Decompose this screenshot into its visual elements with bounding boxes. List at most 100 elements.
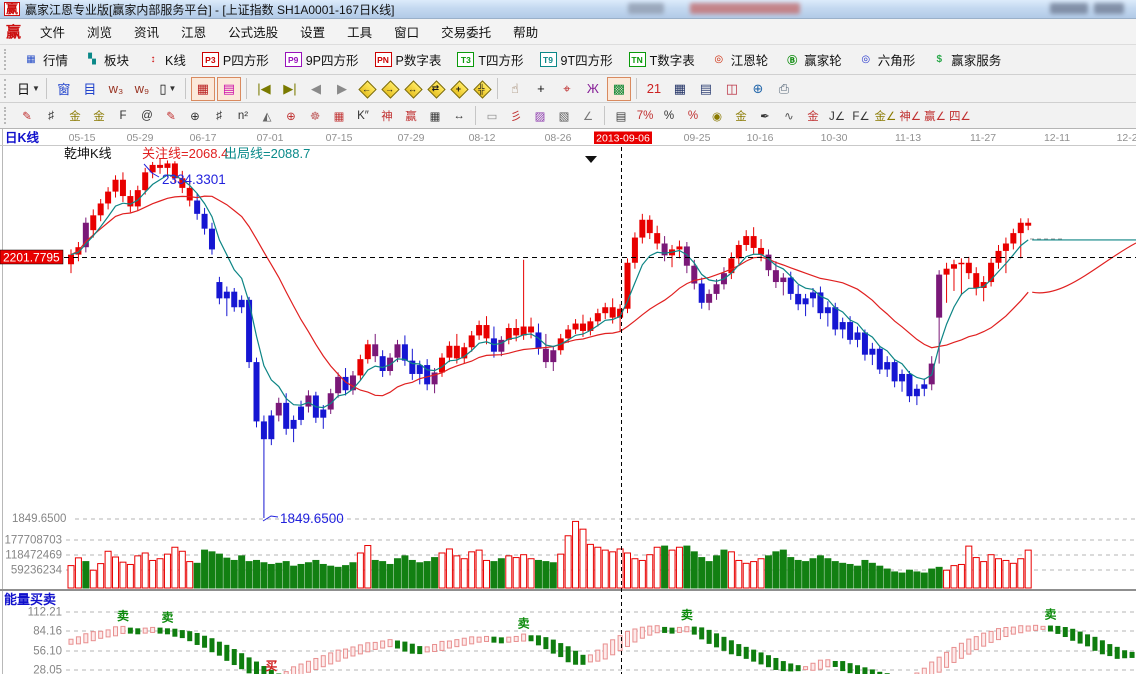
t9-square-button[interactable]: T99T四方形 xyxy=(532,48,621,72)
angle-tool[interactable]: ◭ xyxy=(256,105,279,127)
print-button[interactable]: ⎙ xyxy=(772,77,796,101)
kline-chart-canvas[interactable]: 1849.650017770870311847246959236234112.2… xyxy=(0,129,1136,674)
circle-grid-tool[interactable]: ⊕ xyxy=(184,105,207,127)
menu-item-2[interactable]: 浏览 xyxy=(76,22,123,41)
gann-grid-tool[interactable]: ♯ xyxy=(40,105,63,127)
histogram-button[interactable]: ▤ xyxy=(217,77,241,101)
stats-tool[interactable]: ▤ xyxy=(610,105,633,127)
pattern-tool-button[interactable]: Ж xyxy=(581,77,605,101)
save-button[interactable]: ◫ xyxy=(720,77,744,101)
quotes-button[interactable]: ▦行情 xyxy=(15,48,76,72)
menu-item-3[interactable]: 资讯 xyxy=(123,22,170,41)
kline-mark-tool[interactable]: K″ xyxy=(352,105,375,127)
toolbar-drag-handle[interactable] xyxy=(4,79,12,98)
shen-angle-tool[interactable]: 神∠ xyxy=(898,105,922,127)
p-square-button[interactable]: P3P四方形 xyxy=(194,48,277,72)
menu-item-6[interactable]: 设置 xyxy=(289,22,336,41)
fan-lines-tool[interactable]: 彡 xyxy=(505,105,528,127)
svg-text:1849.6500: 1849.6500 xyxy=(280,511,344,526)
angle-lines-tool[interactable]: ∠ xyxy=(577,105,600,127)
skip-end-button[interactable]: ▶| xyxy=(278,77,302,101)
j-angle-tool[interactable]: J∠ xyxy=(826,105,849,127)
wheel-web-tool[interactable]: ☸ xyxy=(304,105,327,127)
t-number-table-button[interactable]: TNT数字表 xyxy=(621,48,703,72)
wave-line-tool[interactable]: ∿ xyxy=(778,105,801,127)
menu-item-10[interactable]: 帮助 xyxy=(502,22,549,41)
spiral-tool[interactable]: @ xyxy=(136,105,159,127)
number-grid-tool[interactable]: ▦ xyxy=(424,105,447,127)
prev-button[interactable]: ◀ xyxy=(304,77,328,101)
menu-item-4[interactable]: 江恩 xyxy=(170,22,217,41)
percent-line-tool[interactable]: % xyxy=(682,105,705,127)
toolbar-separator xyxy=(497,78,498,98)
target-tool[interactable]: ⊕ xyxy=(280,105,303,127)
gold-angle-tool[interactable]: 金∠ xyxy=(874,105,898,127)
gann-add-button[interactable]: + xyxy=(451,81,466,96)
hand-tool-button[interactable]: ☝ xyxy=(503,77,527,101)
gold-line-tool[interactable]: 金 xyxy=(730,105,753,127)
gold-grid-tool[interactable]: 金 xyxy=(64,105,87,127)
percent-tool[interactable]: % xyxy=(658,105,681,127)
gold-grid2-tool[interactable]: 金 xyxy=(88,105,111,127)
ying-grid-tool[interactable]: 赢 xyxy=(400,105,423,127)
line-box-tool[interactable]: ▧ xyxy=(553,105,576,127)
f-grid-tool[interactable]: F xyxy=(112,105,135,127)
web-grid-tool[interactable]: ▦ xyxy=(328,105,351,127)
skip-start-button[interactable]: |◀ xyxy=(252,77,276,101)
p-number-table-button[interactable]: PNP数字表 xyxy=(367,48,450,72)
width-measure-tool[interactable]: ↔ xyxy=(448,105,471,127)
wave9-button[interactable]: w₉ xyxy=(130,77,154,101)
menu-item-8[interactable]: 窗口 xyxy=(383,22,430,41)
list-view-button[interactable]: 目 xyxy=(78,77,102,101)
gann-expand-button[interactable]: ↔ xyxy=(405,81,420,96)
candle-style-button[interactable]: ▯▼ xyxy=(156,77,180,101)
gann-swap-button[interactable]: ⇄ xyxy=(428,81,443,96)
gann-shift-right-button[interactable]: → xyxy=(382,81,397,96)
calculator-button[interactable]: ▦ xyxy=(668,77,692,101)
gann-cross-button[interactable]: ╬ xyxy=(474,81,489,96)
menu-item-9[interactable]: 交易委托 xyxy=(430,22,502,41)
titlebar[interactable]: 赢 赢家江恩专业版[赢家内部服务平台] - [上证指数 SH1A0001-167… xyxy=(0,0,1136,19)
gann-wheel-button[interactable]: ◎江恩轮 xyxy=(703,48,777,72)
t-square-button[interactable]: T3T四方形 xyxy=(449,48,531,72)
toolbar-drag-handle[interactable] xyxy=(4,107,12,125)
calendar-button[interactable]: 21 xyxy=(642,77,666,101)
sectors-button[interactable]: ▚板块 xyxy=(76,48,137,72)
si-angle-tool[interactable]: 四∠ xyxy=(948,105,972,127)
percent7-tool[interactable]: 7% xyxy=(634,105,657,127)
zoom-tool-button[interactable]: ⌖ xyxy=(555,77,579,101)
gann-pen-tool[interactable]: ✎ xyxy=(16,105,39,127)
gann-shift-left-button[interactable]: ← xyxy=(359,81,374,96)
winner-service-button[interactable]: $赢家服务 xyxy=(923,48,1009,72)
n-square-tool[interactable]: n² xyxy=(232,105,255,127)
network-button[interactable]: ⊕ xyxy=(746,77,770,101)
f-angle-tool[interactable]: F∠ xyxy=(850,105,873,127)
box-tool[interactable]: ▭ xyxy=(481,105,504,127)
qiankun-kline-button[interactable]: ▦ xyxy=(191,77,215,101)
next-button[interactable]: ▶ xyxy=(330,77,354,101)
menu-item-1[interactable]: 文件 xyxy=(29,22,76,41)
p9-square-button[interactable]: P99P四方形 xyxy=(277,48,367,72)
winner-wheel-button[interactable]: Ⓑ赢家轮 xyxy=(776,48,850,72)
window-layout-button[interactable]: 窗 xyxy=(52,77,76,101)
gold-circle-tool[interactable]: ◉ xyxy=(706,105,729,127)
toolbar-drag-handle[interactable] xyxy=(4,49,12,69)
menu-item-7[interactable]: 工具 xyxy=(336,22,383,41)
wave3-button[interactable]: w₃ xyxy=(104,77,128,101)
ying-angle-tool[interactable]: 赢∠ xyxy=(923,105,947,127)
hexagon-button[interactable]: ◎六角形 xyxy=(850,48,924,72)
ink-tool[interactable]: ✒ xyxy=(754,105,777,127)
window-controls-redacted[interactable] xyxy=(1094,3,1124,14)
window-controls-redacted[interactable] xyxy=(1050,3,1088,14)
grid-tool-button[interactable]: ▩ xyxy=(607,77,631,101)
notepad-button[interactable]: ▤ xyxy=(694,77,718,101)
shen-grid-tool[interactable]: 神 xyxy=(376,105,399,127)
crosshair-tool-button[interactable]: + xyxy=(529,77,553,101)
period-day-button[interactable]: 日▼ xyxy=(16,77,41,101)
kline-button[interactable]: ↕K线 xyxy=(137,48,194,72)
pen2-tool[interactable]: ✎ xyxy=(160,105,183,127)
gold-red-tool[interactable]: 金 xyxy=(802,105,825,127)
menu-item-5[interactable]: 公式选股 xyxy=(217,22,289,41)
hash-grid-tool[interactable]: ♯ xyxy=(208,105,231,127)
fan-box-tool[interactable]: ▨ xyxy=(529,105,552,127)
